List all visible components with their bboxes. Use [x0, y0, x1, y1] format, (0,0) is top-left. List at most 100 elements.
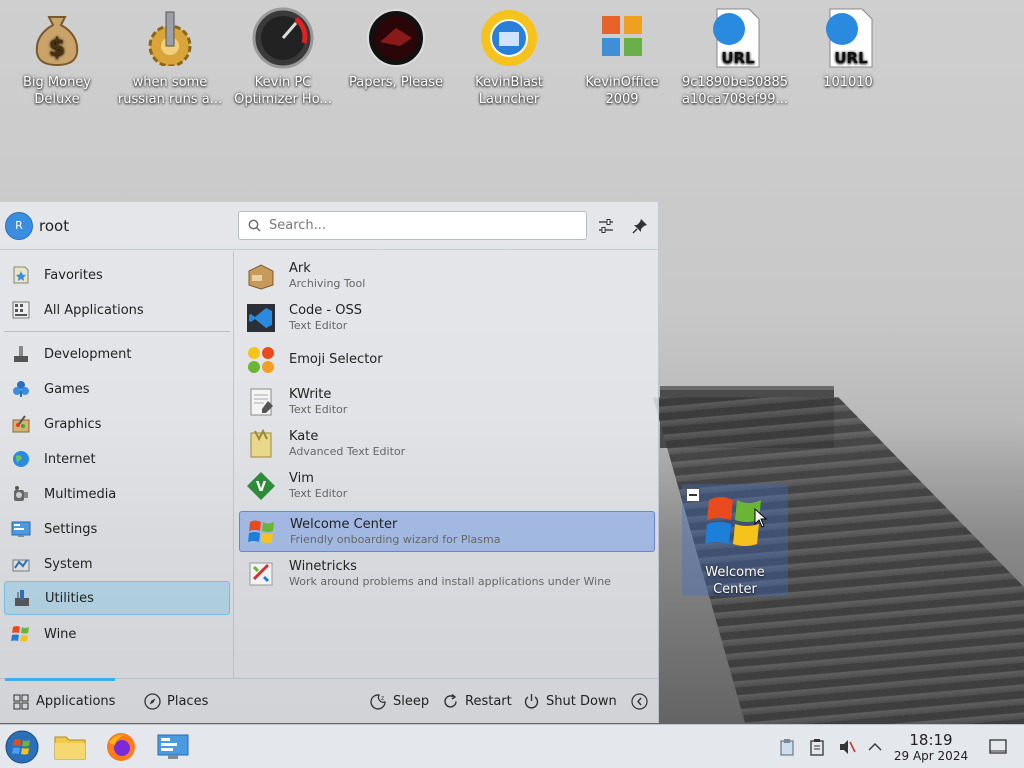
application-launcher-menu: R root Favorites All Applications Develo…	[0, 202, 659, 723]
folder-icon	[54, 736, 86, 760]
more-options-button[interactable]	[630, 679, 654, 724]
category-games[interactable]: Games	[4, 372, 230, 406]
category-graphics[interactable]: Graphics	[4, 407, 230, 441]
desktop-icon-url-file-1[interactable]: URL 9c1890be30885 a10ca708ef99...	[680, 6, 790, 108]
firefox-icon	[107, 733, 135, 761]
app-ark[interactable]: Ark Archiving Tool	[239, 255, 655, 296]
shutdown-button[interactable]: Shut Down	[522, 679, 617, 724]
multimedia-icon	[10, 483, 32, 505]
desktop-icon-big-money-deluxe[interactable]: $ Big Money Deluxe	[2, 6, 112, 108]
category-all-applications[interactable]: All Applications	[4, 293, 230, 327]
notes-tray-icon[interactable]	[806, 736, 828, 758]
app-welcome-center[interactable]: Welcome Center Friendly onboarding wizard…	[239, 511, 655, 552]
pin-icon	[632, 219, 647, 234]
show-desktop-icon[interactable]	[987, 736, 1009, 758]
volume-muted-icon[interactable]	[836, 736, 858, 758]
search-field[interactable]	[238, 211, 587, 240]
chevron-up-icon[interactable]	[864, 736, 886, 758]
category-list: Favorites All Applications Development G…	[0, 251, 234, 678]
kwrite-icon	[245, 386, 277, 418]
app-code-oss[interactable]: Code - OSS Text Editor	[239, 297, 655, 338]
category-multimedia[interactable]: Multimedia	[4, 477, 230, 511]
deselect-icon[interactable]	[686, 488, 700, 502]
search-input[interactable]	[269, 218, 569, 233]
restart-button[interactable]: Restart	[441, 679, 512, 724]
settings-icon	[10, 518, 32, 540]
internet-icon	[10, 448, 32, 470]
category-utilities[interactable]: Utilities	[4, 581, 230, 615]
money-bag-icon: $	[25, 6, 89, 70]
start-button[interactable]	[4, 729, 40, 765]
grid-icon	[12, 693, 30, 711]
search-icon	[248, 219, 261, 232]
favorites-icon	[10, 264, 32, 286]
utilities-icon	[11, 587, 33, 609]
tab-places[interactable]: Places	[143, 679, 208, 724]
category-development[interactable]: Development	[4, 337, 230, 371]
svg-text:z: z	[381, 695, 384, 702]
category-separator	[4, 331, 230, 332]
sun-globe-icon	[477, 6, 541, 70]
ark-icon	[245, 260, 277, 292]
url-file-icon: URL	[816, 6, 880, 70]
mouse-cursor-icon	[754, 507, 768, 532]
power-icon	[522, 693, 540, 711]
category-settings[interactable]: Settings	[4, 512, 230, 546]
all-apps-icon	[10, 299, 32, 321]
development-icon	[10, 343, 32, 365]
sleep-icon: z	[369, 693, 387, 711]
username-label: root	[39, 216, 70, 235]
svg-text:V: V	[256, 480, 266, 495]
category-system[interactable]: System	[4, 547, 230, 581]
winetricks-icon	[245, 558, 277, 590]
emoji-icon	[245, 344, 277, 376]
desktop-icon-papers-please[interactable]: Papers, Please	[341, 6, 451, 91]
svg-text:$: $	[49, 33, 66, 61]
desktop-icon-welcome-center[interactable]: Welcome Center	[682, 484, 788, 597]
windows-logo-icon	[246, 516, 278, 548]
configure-button[interactable]	[594, 214, 618, 238]
category-internet[interactable]: Internet	[4, 442, 230, 476]
app-kwrite[interactable]: KWrite Text Editor	[239, 381, 655, 422]
desktop-icon-kevinblast-launcher[interactable]: KevinBlast Launcher	[454, 6, 564, 108]
taskbar: 18:19 29 Apr 2024	[0, 724, 1024, 768]
windows-orb-icon	[5, 730, 39, 764]
desktop-icon-kevin-pc-optimizer[interactable]: Kevin PC Optimizer Ho...	[228, 6, 338, 108]
app-kate[interactable]: Kate Advanced Text Editor	[239, 423, 655, 464]
sleep-button[interactable]: z Sleep	[369, 679, 429, 724]
menu-footer: Applications Places z Sleep Restart Shut…	[0, 678, 659, 723]
games-icon	[10, 378, 32, 400]
svg-text:URL: URL	[834, 49, 868, 67]
application-list: Ark Archiving Tool Code - OSS Text Editor …	[238, 251, 656, 678]
vim-icon: V	[245, 470, 277, 502]
category-favorites[interactable]: Favorites	[4, 258, 230, 292]
app-emoji-selector[interactable]: Emoji Selector	[239, 339, 655, 380]
desktop-icon-url-file-2[interactable]: URL 101010	[793, 6, 903, 91]
kate-icon	[245, 428, 277, 460]
vscode-icon	[245, 302, 277, 334]
restart-icon	[441, 693, 459, 711]
desktop-icon-russian[interactable]: when some russian runs a...	[115, 6, 225, 108]
compass-icon	[143, 693, 161, 711]
office-icon	[590, 6, 654, 70]
file-manager-button[interactable]	[52, 729, 88, 765]
desktop-icon-kevinoffice[interactable]: KevinOffice 2009	[567, 6, 677, 108]
system-icon	[10, 553, 32, 575]
category-wine[interactable]: Wine	[4, 617, 230, 651]
tab-applications[interactable]: Applications	[12, 679, 115, 724]
clock[interactable]: 18:19 29 Apr 2024	[888, 732, 974, 764]
app-winetricks[interactable]: Winetricks Work around problems and insta…	[239, 553, 655, 594]
wine-icon	[10, 623, 32, 645]
clipboard-tray-icon[interactable]	[776, 736, 798, 758]
avatar[interactable]: R	[5, 211, 33, 240]
chevron-left-icon	[630, 693, 648, 711]
monitor-settings-icon	[157, 734, 189, 759]
system-settings-button[interactable]	[155, 729, 191, 765]
firefox-button[interactable]	[103, 729, 139, 765]
pin-button[interactable]	[628, 214, 652, 238]
papers-please-icon	[364, 6, 428, 70]
app-vim[interactable]: V Vim Text Editor	[239, 465, 655, 506]
sliders-icon	[599, 219, 613, 233]
graphics-icon	[10, 413, 32, 435]
svg-text:URL: URL	[721, 49, 755, 67]
